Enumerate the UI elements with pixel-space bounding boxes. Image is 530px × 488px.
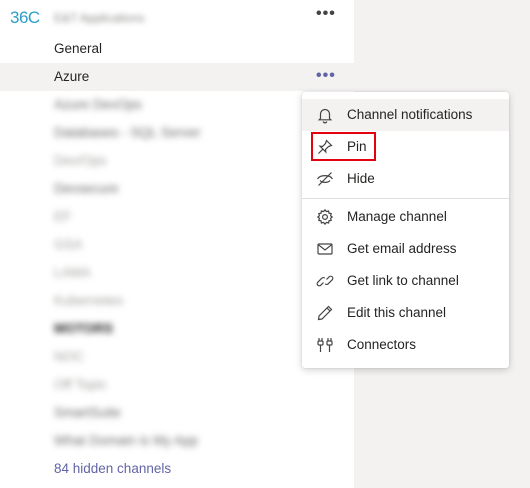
hidden-channels-label: 84 hidden channels [54,461,172,476]
channel-label: EF [54,209,72,224]
channel-item[interactable]: SmartSuite [0,399,354,427]
eye-off-icon [316,170,334,188]
channel-label: SmartSuite [54,405,121,420]
channel-label: LAMA [54,265,91,280]
gear-icon [316,208,334,226]
channel-item[interactable]: Dev/Ops [0,147,354,175]
channel-item-azure[interactable]: Azure ••• [0,63,354,91]
pin-highlight-annotation [311,132,376,161]
menu-item-manage-channel[interactable]: Manage channel [302,201,509,233]
team-logo: 36C [10,8,40,27]
channel-item[interactable]: MOTORS [0,315,354,343]
channel-item[interactable]: Off Topic [0,371,354,399]
hidden-channels-link[interactable]: 84 hidden channels [0,455,354,483]
menu-item-get-link-to-channel[interactable]: Get link to channel [302,265,509,297]
channel-list-panel: 36C E&T Applications ••• General Azure •… [0,0,354,488]
channel-item[interactable]: Kubernetes [0,287,354,315]
menu-item-connectors[interactable]: Connectors [302,329,509,361]
channel-item[interactable]: EF [0,203,354,231]
channel-label: Azure DevOps [54,97,142,112]
channel-label: Databases - SQL Server [54,125,201,140]
menu-item-label: Manage channel [347,209,447,224]
channel-label: What Domain is My App [54,433,199,448]
plug-icon [316,336,334,354]
menu-item-edit-this-channel[interactable]: Edit this channel [302,297,509,329]
channel-label: Azure [54,69,90,84]
menu-item-label: Get link to channel [347,273,459,288]
channel-label: General [54,41,103,56]
channel-more-options-icon[interactable]: ••• [316,68,336,84]
channel-item[interactable]: LAMA [0,259,354,287]
menu-item-channel-notifications[interactable]: Channel notifications [302,99,509,131]
team-more-options-icon[interactable]: ••• [316,6,336,22]
link-icon [316,272,334,290]
envelope-icon [316,240,334,258]
menu-item-label: Channel notifications [347,107,473,122]
menu-item-hide[interactable]: Hide [302,163,509,195]
menu-item-label: Get email address [347,241,457,256]
team-name[interactable]: E&T Applications [54,11,145,25]
channel-label: Kubernetes [54,293,124,308]
channel-item[interactable]: Devsecure [0,175,354,203]
bell-icon [316,106,334,124]
channel-label: GSA [54,237,83,252]
channel-label: Off Topic [54,377,107,392]
channel-item[interactable]: What Domain is My App [0,427,354,455]
team-header[interactable]: 36C E&T Applications ••• [0,0,354,36]
menu-item-label: Connectors [347,337,417,352]
menu-item-get-email-address[interactable]: Get email address [302,233,509,265]
channel-label: Dev/Ops [54,153,107,168]
channel-item-general[interactable]: General [0,35,354,63]
channel-item[interactable]: Databases - SQL Server [0,119,354,147]
channel-item[interactable]: NOC [0,343,354,371]
channel-label: NOC [54,349,84,364]
pencil-icon [316,304,334,322]
menu-item-label: Hide [347,171,375,186]
channel-label: MOTORS [54,321,114,336]
menu-item-label: Edit this channel [347,305,447,320]
channel-label: Devsecure [54,181,119,196]
channel-item[interactable]: Azure DevOps [0,91,354,119]
channel-item[interactable]: GSA [0,231,354,259]
menu-divider [302,198,509,199]
